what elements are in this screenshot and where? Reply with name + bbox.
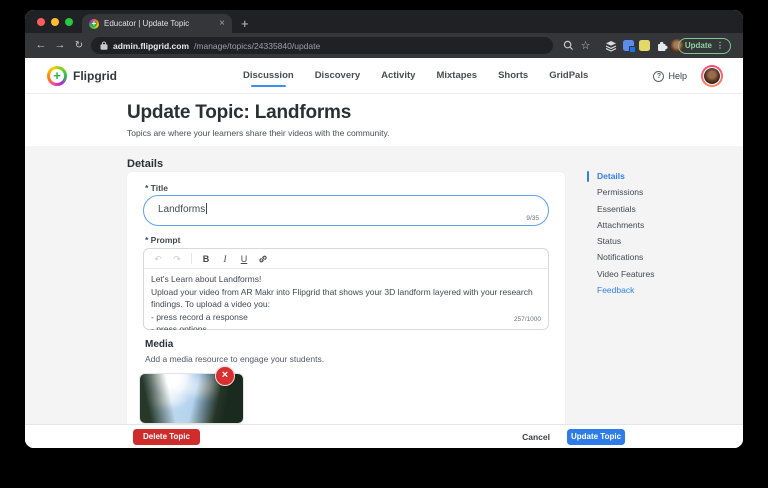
- flipgrid-favicon-icon: +: [89, 19, 99, 29]
- nav-item-activity[interactable]: Activity: [381, 58, 415, 94]
- help-button[interactable]: ? Help: [653, 58, 687, 94]
- help-icon: ?: [653, 71, 664, 82]
- screenshot-stage: + Educator | Update Topic × + ← → ↻ admi…: [0, 0, 768, 488]
- delete-topic-button[interactable]: Delete Topic: [133, 429, 200, 445]
- redo-icon[interactable]: ↷: [172, 249, 182, 269]
- url-path: /manage/topics/24335840/update: [194, 41, 320, 51]
- prompt-char-counter: 257/1000: [511, 314, 541, 327]
- browser-toolbar: ← → ↻ admin.flipgrid.com/manage/topics/2…: [25, 33, 743, 58]
- brand-name: Flipgrid: [73, 69, 117, 83]
- chrome-update-button[interactable]: Update⋮: [678, 38, 731, 54]
- extensions-puzzle-icon[interactable]: [654, 38, 669, 53]
- anchor-status[interactable]: Status: [587, 233, 655, 249]
- search-icon[interactable]: [561, 38, 576, 53]
- site-viewport: + Flipgrid Discussion Discovery Activity…: [25, 58, 743, 448]
- url-domain: admin.flipgrid.com: [113, 41, 189, 51]
- tab-close-icon[interactable]: ×: [219, 14, 225, 33]
- nav-item-gridpals[interactable]: GridPals: [549, 58, 588, 94]
- underline-button[interactable]: U: [239, 249, 249, 269]
- nav-item-shorts[interactable]: Shorts: [498, 58, 528, 94]
- anchor-feedback[interactable]: Feedback: [587, 282, 655, 298]
- main-nav: Discussion Discovery Activity Mixtapes S…: [243, 58, 588, 94]
- nav-item-mixtapes[interactable]: Mixtapes: [436, 58, 477, 94]
- prompt-editor: ↶ ↷ B I U Let's Learn about: [143, 248, 549, 330]
- details-section-title: Details: [127, 158, 163, 170]
- reload-button[interactable]: ↻: [71, 33, 87, 58]
- page-content: Details * Title Landforms 9/35 * Prompt …: [25, 146, 743, 424]
- tab-strip: + Educator | Update Topic × +: [25, 10, 743, 33]
- action-bar: Delete Topic Cancel Update Topic: [25, 424, 743, 448]
- flipgrid-logo[interactable]: + Flipgrid: [47, 66, 117, 86]
- details-card: * Title Landforms 9/35 * Prompt ↶ ↷ B I: [127, 172, 565, 424]
- back-button[interactable]: ←: [33, 33, 49, 58]
- avatar-photo: [703, 67, 721, 85]
- site-header: + Flipgrid Discussion Discovery Activity…: [25, 58, 743, 94]
- active-section-indicator: [587, 171, 589, 182]
- media-description: Add a media resource to engage your stud…: [145, 354, 324, 364]
- browser-window: + Educator | Update Topic × + ← → ↻ admi…: [25, 10, 743, 448]
- page-title: Update Topic: Landforms: [127, 102, 351, 124]
- extension-blue-icon[interactable]: [621, 38, 636, 53]
- anchor-attachments[interactable]: Attachments: [587, 217, 655, 233]
- anchor-video-features[interactable]: Video Features: [587, 266, 655, 282]
- update-topic-button[interactable]: Update Topic: [567, 429, 625, 445]
- undo-icon[interactable]: ↶: [153, 249, 163, 269]
- text-caret: [206, 203, 207, 214]
- flipgrid-logo-icon: +: [47, 66, 67, 86]
- anchor-permissions[interactable]: Permissions: [587, 184, 655, 200]
- cancel-button[interactable]: Cancel: [522, 425, 550, 448]
- minimize-window-button[interactable]: [51, 18, 59, 26]
- prompt-text[interactable]: Let's Learn about Landforms! Upload your…: [144, 269, 548, 330]
- account-avatar[interactable]: [701, 65, 723, 87]
- bookmark-star-icon[interactable]: ☆: [578, 38, 593, 53]
- address-bar[interactable]: admin.flipgrid.com/manage/topics/2433584…: [91, 37, 553, 54]
- italic-button[interactable]: I: [220, 249, 230, 269]
- prompt-field-label: * Prompt: [145, 235, 180, 245]
- toolbar-divider: [191, 253, 192, 264]
- lock-icon: [100, 41, 108, 50]
- title-char-counter: 9/35: [526, 215, 539, 222]
- page-heading: Update Topic: Landforms Topics are where…: [25, 94, 743, 146]
- new-tab-button[interactable]: +: [241, 14, 249, 33]
- forward-button[interactable]: →: [52, 33, 68, 58]
- remove-media-button[interactable]: ×: [215, 366, 235, 386]
- bold-button[interactable]: B: [201, 249, 211, 269]
- anchor-essentials[interactable]: Essentials: [587, 201, 655, 217]
- nav-item-discovery[interactable]: Discovery: [315, 58, 360, 94]
- close-window-button[interactable]: [37, 18, 45, 26]
- extension-yellow-icon[interactable]: [637, 38, 652, 53]
- extension-layers-icon[interactable]: [603, 38, 618, 53]
- title-input[interactable]: Landforms 9/35: [143, 195, 549, 226]
- editor-toolbar: ↶ ↷ B I U: [144, 249, 548, 269]
- anchor-notifications[interactable]: Notifications: [587, 249, 655, 265]
- tab-title: Educator | Update Topic: [104, 19, 214, 28]
- browser-tab[interactable]: + Educator | Update Topic ×: [82, 14, 232, 33]
- nav-item-discussion[interactable]: Discussion: [243, 58, 294, 94]
- browser-menu-icon: ⋮: [716, 41, 724, 50]
- title-field-label: * Title: [145, 183, 168, 193]
- zoom-window-button[interactable]: [65, 18, 73, 26]
- anchor-details[interactable]: Details: [587, 168, 655, 184]
- link-icon[interactable]: [258, 254, 268, 264]
- section-anchor-nav: Details Permissions Essentials Attachmen…: [587, 168, 655, 298]
- page-subtitle: Topics are where your learners share the…: [127, 128, 390, 138]
- media-section-title: Media: [145, 339, 173, 350]
